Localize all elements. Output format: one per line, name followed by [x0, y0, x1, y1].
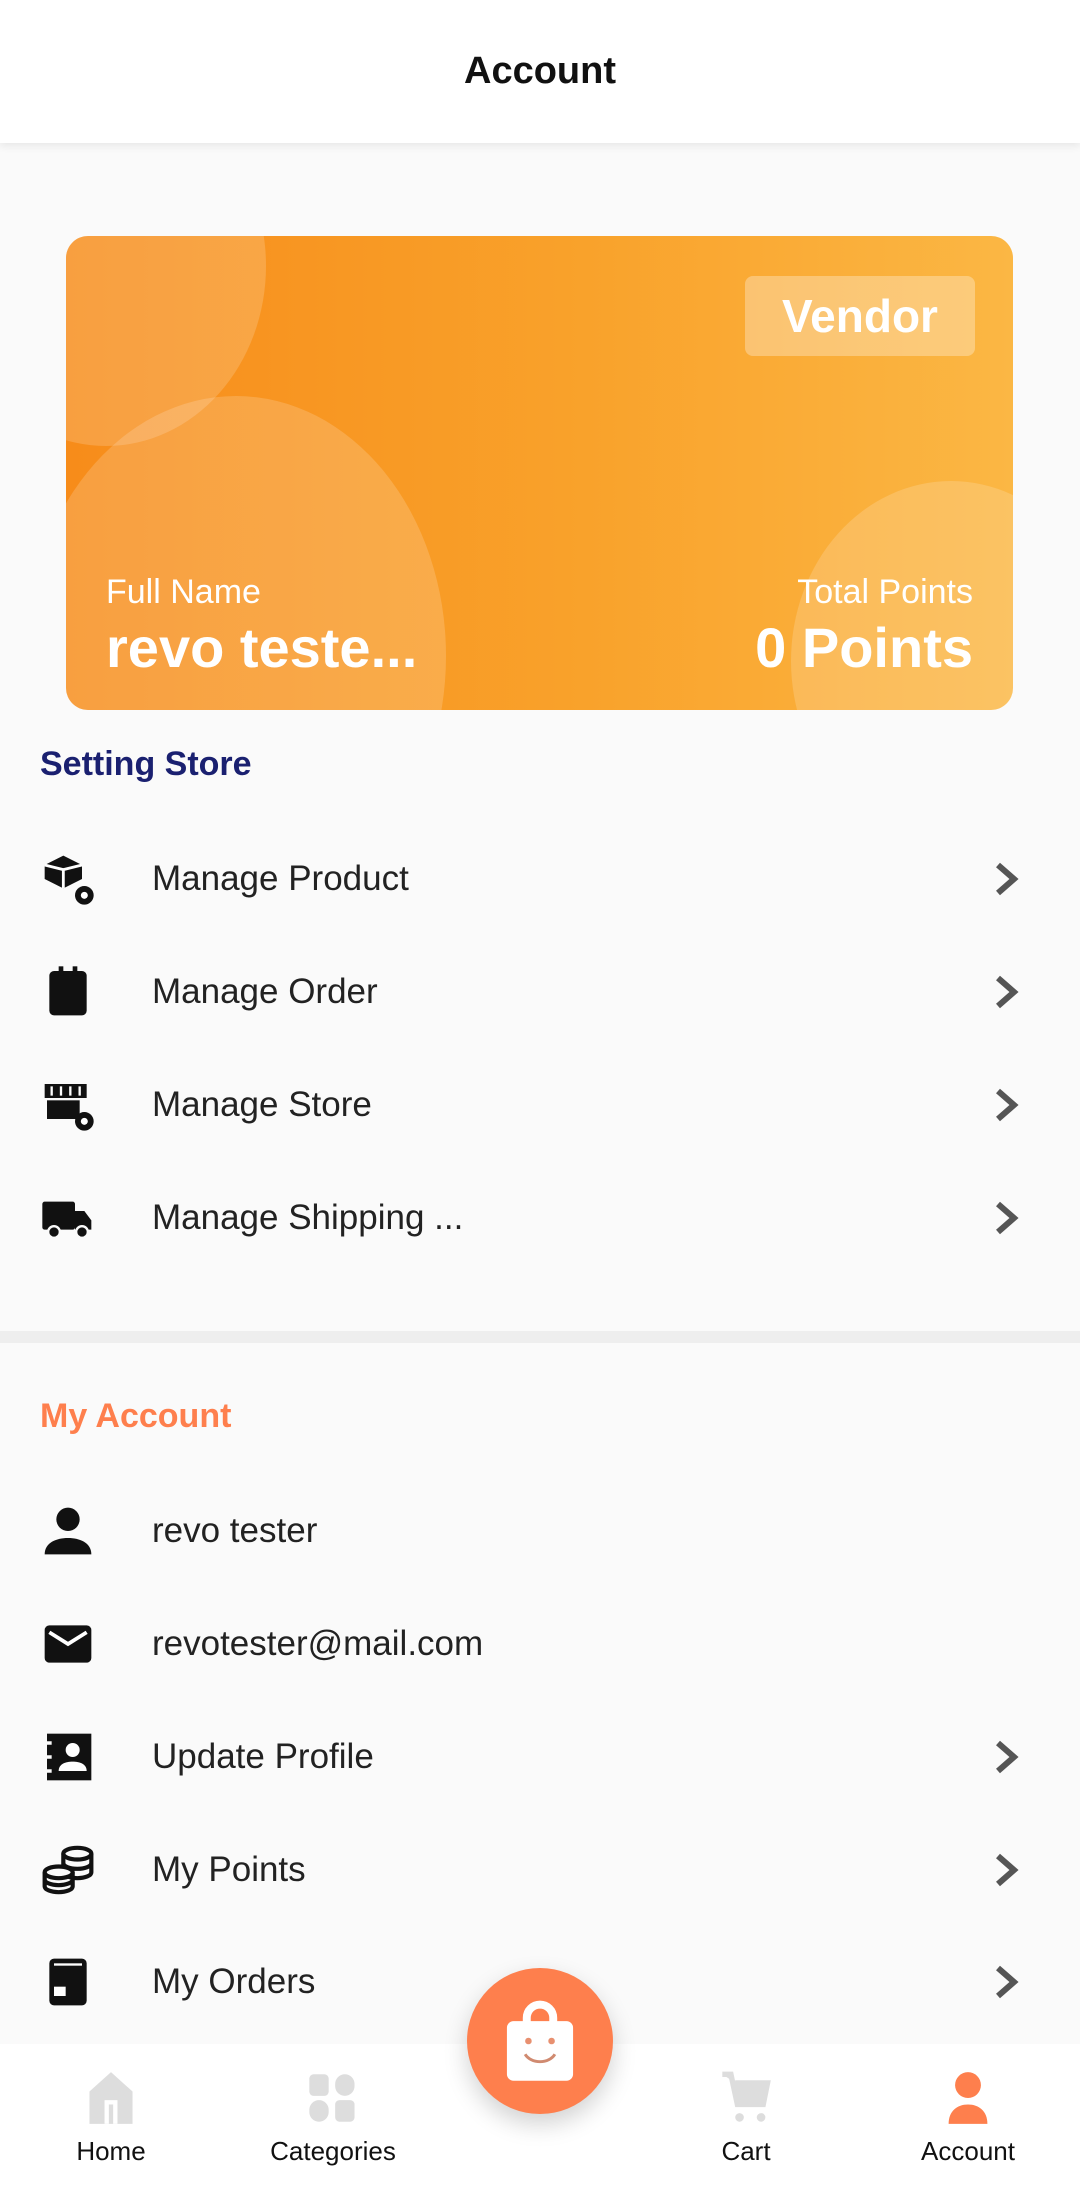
full-name-value: revo teste... [106, 616, 418, 679]
row-label: revotester@mail.com [152, 1623, 484, 1663]
nav-label: Account [921, 2136, 1015, 2166]
row-label: revo tester [152, 1510, 318, 1550]
email-icon [40, 1616, 96, 1672]
my-points-row[interactable]: My Points [0, 1813, 1080, 1926]
cart-icon [722, 2071, 771, 2122]
manage-shipping-row[interactable]: Manage Shipping ... [0, 1161, 1080, 1274]
chevron-right-icon [996, 862, 1019, 895]
setting-store-heading: Setting Store [40, 745, 252, 783]
section-divider [0, 1331, 1080, 1343]
nav-cart[interactable]: Cart [646, 2044, 846, 2188]
username-row: revo tester [0, 1474, 1080, 1587]
page-title: Account [464, 50, 616, 92]
my-account-heading: My Account [40, 1397, 232, 1435]
orders-icon [40, 1954, 96, 2010]
box-gear-icon [40, 851, 96, 907]
profile-card: Vendor Full Name revo teste... Total Poi… [66, 236, 1013, 710]
chevron-right-icon [996, 1965, 1019, 1998]
vendor-badge: Vendor [745, 276, 975, 356]
row-label: Manage Store [152, 1084, 372, 1124]
row-label: My Points [152, 1849, 306, 1889]
update-profile-row[interactable]: Update Profile [0, 1700, 1080, 1813]
shopping-bag-smile-icon [506, 2000, 574, 2081]
manage-product-row[interactable]: Manage Product [0, 822, 1080, 935]
row-label: Manage Order [152, 971, 378, 1011]
chevron-right-icon [996, 1853, 1019, 1886]
row-label: My Orders [152, 1961, 316, 2001]
full-name-label: Full Name [106, 573, 261, 611]
contact-card-icon [40, 1729, 96, 1785]
total-points-label: Total Points [797, 573, 973, 611]
manage-store-row[interactable]: Manage Store [0, 1048, 1080, 1161]
nav-home[interactable]: Home [11, 2044, 211, 2188]
total-points-value: 0 Points [755, 616, 973, 679]
email-row: revotester@mail.com [0, 1587, 1080, 1700]
nav-label: Categories [270, 2136, 396, 2166]
nav-categories[interactable]: Categories [233, 2044, 433, 2188]
clipboard-icon [40, 964, 96, 1020]
nav-account[interactable]: Account [868, 2044, 1068, 2188]
app-header: Account [0, 0, 1080, 143]
truck-icon [40, 1190, 96, 1246]
categories-icon [309, 2074, 355, 2122]
row-label: Update Profile [152, 1736, 374, 1776]
nav-label: Home [76, 2136, 146, 2166]
chevron-right-icon [996, 1201, 1019, 1234]
account-icon [948, 2072, 988, 2124]
nav-label: Cart [721, 2136, 771, 2166]
chevron-right-icon [996, 1740, 1019, 1773]
row-label: Manage Product [152, 858, 409, 898]
chevron-right-icon [996, 1088, 1019, 1121]
person-icon [40, 1503, 96, 1559]
home-icon [89, 2072, 133, 2124]
chevron-right-icon [996, 975, 1019, 1008]
coins-icon [40, 1842, 96, 1898]
store-gear-icon [40, 1077, 96, 1133]
manage-order-row[interactable]: Manage Order [0, 935, 1080, 1048]
row-label: Manage Shipping ... [152, 1197, 464, 1237]
shop-fab-button[interactable] [467, 1968, 613, 2114]
